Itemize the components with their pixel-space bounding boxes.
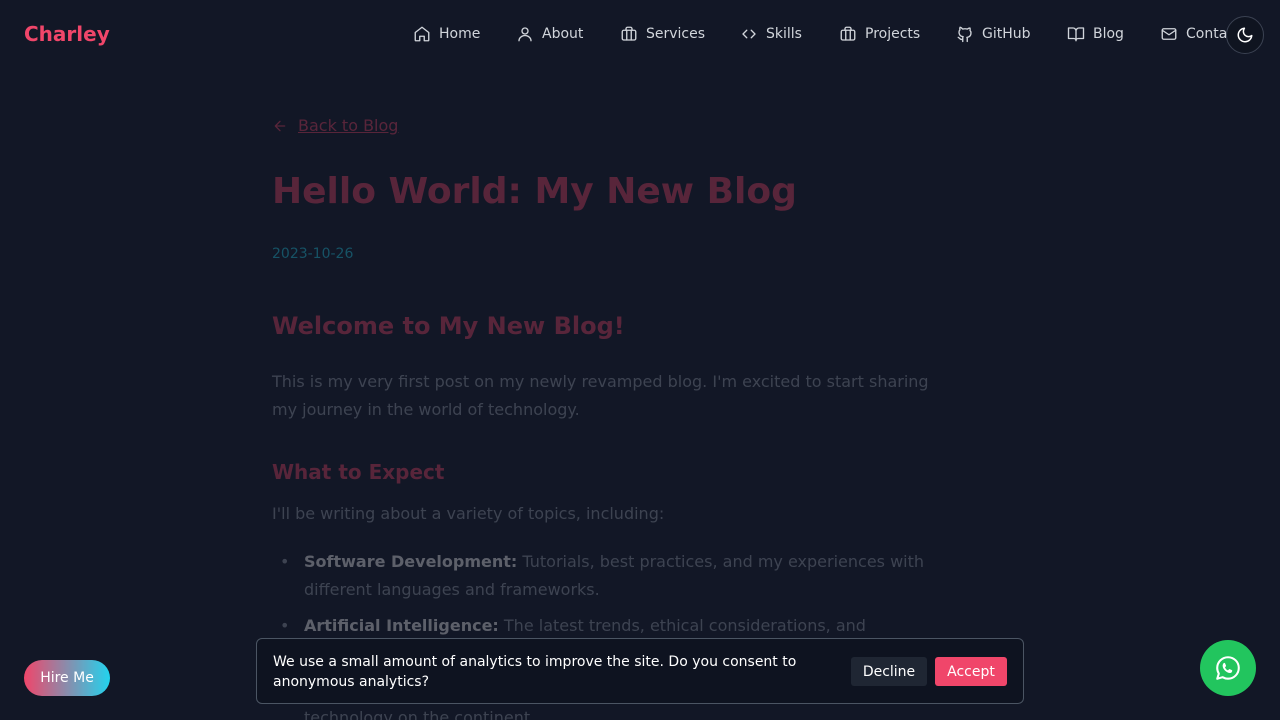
nav-github[interactable]: GitHub xyxy=(956,24,1031,44)
topic-title: Artificial Intelligence: xyxy=(304,616,499,635)
nav-projects[interactable]: Projects xyxy=(839,24,920,44)
nav-contact-clip: Contact xyxy=(1160,24,1228,44)
nav-about[interactable]: About xyxy=(516,24,583,44)
intro-paragraph: This is my very first post on my newly r… xyxy=(272,372,929,419)
main-nav: Home About Services Skills Projects GitH… xyxy=(0,0,1280,68)
list-item: Artificial Intelligence: The latest tren… xyxy=(272,612,932,640)
nav-label: Skills xyxy=(766,26,802,42)
post-date: 2023-10-26 xyxy=(272,246,354,262)
arrow-left-icon xyxy=(274,120,286,131)
mail-icon xyxy=(1161,28,1177,40)
moon-icon xyxy=(1237,27,1253,43)
nav-label: Home xyxy=(439,26,481,42)
home-icon xyxy=(414,26,430,42)
nav-label: Services xyxy=(646,26,706,42)
nav-label: About xyxy=(542,26,584,42)
decline-button[interactable]: Decline xyxy=(851,657,927,686)
nav-label: GitHub xyxy=(982,26,1031,42)
briefcase-icon xyxy=(840,26,856,41)
nav-label: Blog xyxy=(1093,26,1124,42)
user-icon xyxy=(518,27,532,42)
list-item-continuation: technology on the continent. xyxy=(304,708,536,720)
theme-toggle-button[interactable] xyxy=(1226,16,1264,54)
code-icon xyxy=(742,29,756,39)
hire-me-button[interactable]: Hire Me xyxy=(24,660,110,696)
lead-paragraph: I'll be writing about a variety of topic… xyxy=(272,504,665,523)
book-open-icon xyxy=(1067,27,1085,42)
whatsapp-button[interactable] xyxy=(1200,640,1256,696)
back-to-blog-link[interactable]: Back to Blog xyxy=(272,116,398,135)
section-heading: Welcome to My New Blog! xyxy=(272,312,625,340)
nav-services[interactable]: Services xyxy=(620,24,705,44)
github-icon xyxy=(957,26,972,43)
nav-contact[interactable]: Contact xyxy=(1160,24,1228,44)
back-label: Back to Blog xyxy=(298,116,399,135)
nav-label: Projects xyxy=(865,26,921,42)
nav-home[interactable]: Home xyxy=(413,24,480,44)
whatsapp-icon xyxy=(1216,656,1240,680)
topic-title: Software Development: xyxy=(304,552,518,571)
consent-banner: We use a small amount of analytics to im… xyxy=(256,638,1024,704)
consent-message: We use a small amount of analytics to im… xyxy=(273,654,797,690)
nav-label: Contact xyxy=(1186,26,1228,42)
nav-blog[interactable]: Blog xyxy=(1067,24,1124,44)
topic-list: Software Development: Tutorials, best pr… xyxy=(272,548,932,648)
topic-text: The latest trends, ethical consideration… xyxy=(503,616,866,635)
post-title: Hello World: My New Blog xyxy=(272,171,797,212)
site-header: Charley Home About Services Skills Proje… xyxy=(0,0,1280,68)
briefcase-icon xyxy=(621,26,637,41)
nav-skills[interactable]: Skills xyxy=(740,24,802,44)
accept-button[interactable]: Accept xyxy=(935,657,1007,686)
subsection-heading: What to Expect xyxy=(272,460,445,484)
list-item: Software Development: Tutorials, best pr… xyxy=(272,548,932,604)
